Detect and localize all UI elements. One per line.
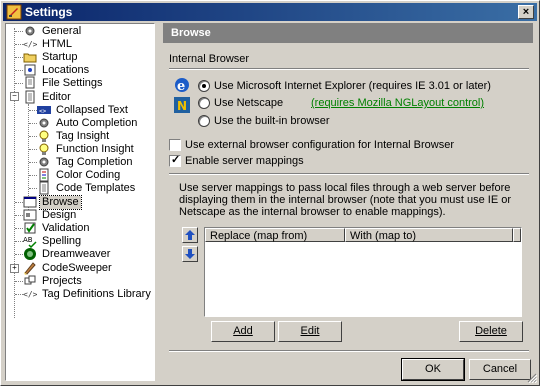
mappings-description: Use server mappings to pass local files … bbox=[179, 182, 512, 218]
tag-library-icon: </> bbox=[23, 290, 37, 299]
svg-text:N: N bbox=[177, 99, 187, 113]
footer-separator bbox=[169, 350, 529, 352]
mappings-separator bbox=[169, 173, 529, 175]
server-mappings-checkbox[interactable]: ✓ bbox=[169, 154, 181, 167]
lightbulb-icon bbox=[39, 143, 49, 155]
group-separator bbox=[169, 68, 529, 70]
browse-icon bbox=[23, 196, 37, 208]
document-icon bbox=[25, 90, 35, 104]
title-bar[interactable]: Settings × bbox=[3, 3, 537, 21]
dreamweaver-icon bbox=[24, 248, 36, 260]
gear-icon bbox=[39, 118, 49, 128]
radio-builtin-label: Use the built-in browser bbox=[214, 115, 330, 127]
document-icon bbox=[39, 181, 49, 195]
delete-button[interactable]: Delete bbox=[459, 321, 523, 342]
radio-ie-label: Use Microsoft Internet Explorer (require… bbox=[214, 80, 491, 92]
svg-text:<>: <> bbox=[39, 108, 47, 115]
internet-explorer-icon: e bbox=[175, 78, 189, 94]
html-tag-icon: </> bbox=[23, 40, 37, 49]
window-title: Settings bbox=[25, 5, 73, 19]
cancel-button[interactable]: Cancel bbox=[469, 359, 531, 380]
edit-button[interactable]: Edit bbox=[278, 321, 342, 342]
gear-icon bbox=[25, 26, 35, 36]
column-replace[interactable]: Replace (map from) bbox=[205, 228, 345, 242]
move-down-button[interactable] bbox=[182, 246, 198, 262]
document-icon bbox=[39, 168, 49, 182]
radio-ie[interactable] bbox=[198, 80, 210, 92]
column-with[interactable]: With (map to) bbox=[345, 228, 513, 242]
settings-tree[interactable]: − + General </> HTML Startup Locations F… bbox=[5, 23, 155, 381]
checkmark-icon: ✓ bbox=[171, 154, 181, 166]
add-button[interactable]: Add bbox=[211, 321, 275, 342]
svg-text:</>: </> bbox=[23, 40, 37, 49]
external-config-label: Use external browser configuration for I… bbox=[185, 139, 455, 151]
editor-collapse-toggle[interactable]: − bbox=[10, 92, 19, 101]
settings-window: Settings × − + General </> HTML Startup … bbox=[0, 0, 540, 386]
column-spacer bbox=[513, 228, 521, 242]
radio-netscape[interactable] bbox=[198, 97, 210, 109]
file-settings-icon bbox=[25, 76, 35, 89]
radio-netscape-label: Use Netscape bbox=[214, 97, 284, 109]
external-config-checkbox[interactable] bbox=[169, 139, 181, 151]
internal-browser-label: Internal Browser bbox=[169, 53, 250, 65]
radio-builtin[interactable] bbox=[198, 115, 210, 127]
gear-icon bbox=[39, 157, 49, 167]
svg-text:AB: AB bbox=[23, 236, 33, 244]
netscape-icon: N bbox=[174, 97, 190, 113]
codesweeper-icon bbox=[24, 262, 36, 275]
svg-text:</>: </> bbox=[23, 290, 37, 299]
location-icon bbox=[24, 64, 36, 76]
arrow-up-icon bbox=[185, 230, 195, 240]
lightbulb-icon bbox=[39, 130, 49, 142]
folder-icon bbox=[23, 53, 37, 63]
arrow-down-icon bbox=[185, 249, 195, 259]
projects-icon bbox=[24, 275, 36, 285]
validation-icon bbox=[24, 222, 36, 234]
panel-title: Browse bbox=[163, 23, 533, 43]
close-button[interactable]: × bbox=[518, 5, 534, 19]
server-mappings-list[interactable]: Replace (map from) With (map to) bbox=[204, 227, 522, 317]
server-mappings-label: Enable server mappings bbox=[185, 155, 304, 167]
design-icon bbox=[23, 209, 37, 221]
collapsed-text-icon: <> bbox=[37, 106, 51, 115]
codesweeper-expand-toggle[interactable]: + bbox=[10, 264, 19, 273]
svg-text:e: e bbox=[177, 79, 185, 94]
ok-button[interactable]: OK bbox=[401, 358, 465, 381]
resize-grip-icon[interactable] bbox=[525, 371, 537, 383]
app-icon bbox=[6, 4, 22, 20]
spelling-icon: AB bbox=[23, 236, 37, 248]
netscape-requirements-link[interactable]: (requires Mozilla NGLayout control) bbox=[311, 97, 484, 109]
move-up-button[interactable] bbox=[182, 227, 198, 243]
